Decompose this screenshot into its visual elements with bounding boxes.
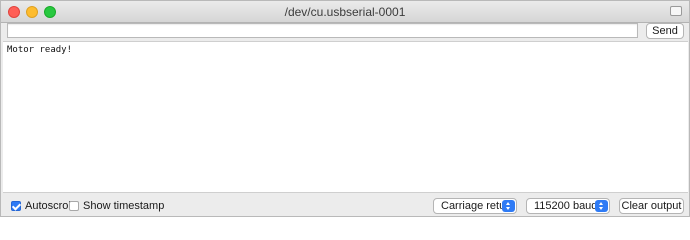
send-toolbar: Send (1, 23, 689, 40)
serial-output-area[interactable]: Motor ready! (3, 41, 688, 193)
output-line: Motor ready! (7, 45, 73, 55)
line-ending-select[interactable]: Carriage return (433, 198, 517, 214)
chevron-updown-icon (502, 200, 515, 212)
chevron-updown-icon (595, 200, 608, 212)
status-bar: Autoscroll Show timestamp Carriage retur… (1, 194, 689, 216)
show-timestamp-checkbox[interactable] (69, 201, 79, 211)
baud-rate-select[interactable]: 115200 baud (526, 198, 610, 214)
send-input[interactable] (7, 23, 638, 38)
window-title: /dev/cu.usbserial-0001 (284, 5, 406, 19)
baud-rate-value: 115200 baud (534, 200, 598, 212)
serial-monitor-window: /dev/cu.usbserial-0001 Send Motor ready!… (0, 0, 690, 217)
title-bar[interactable]: /dev/cu.usbserial-0001 (1, 1, 689, 23)
clear-output-button[interactable]: Clear output (619, 198, 684, 214)
autoscroll-label[interactable]: Autoscroll (25, 200, 73, 212)
autoscroll-checkbox[interactable] (11, 201, 21, 211)
toolbar-toggle-button[interactable] (670, 6, 682, 16)
show-timestamp-label[interactable]: Show timestamp (83, 200, 164, 212)
send-button[interactable]: Send (646, 23, 684, 39)
